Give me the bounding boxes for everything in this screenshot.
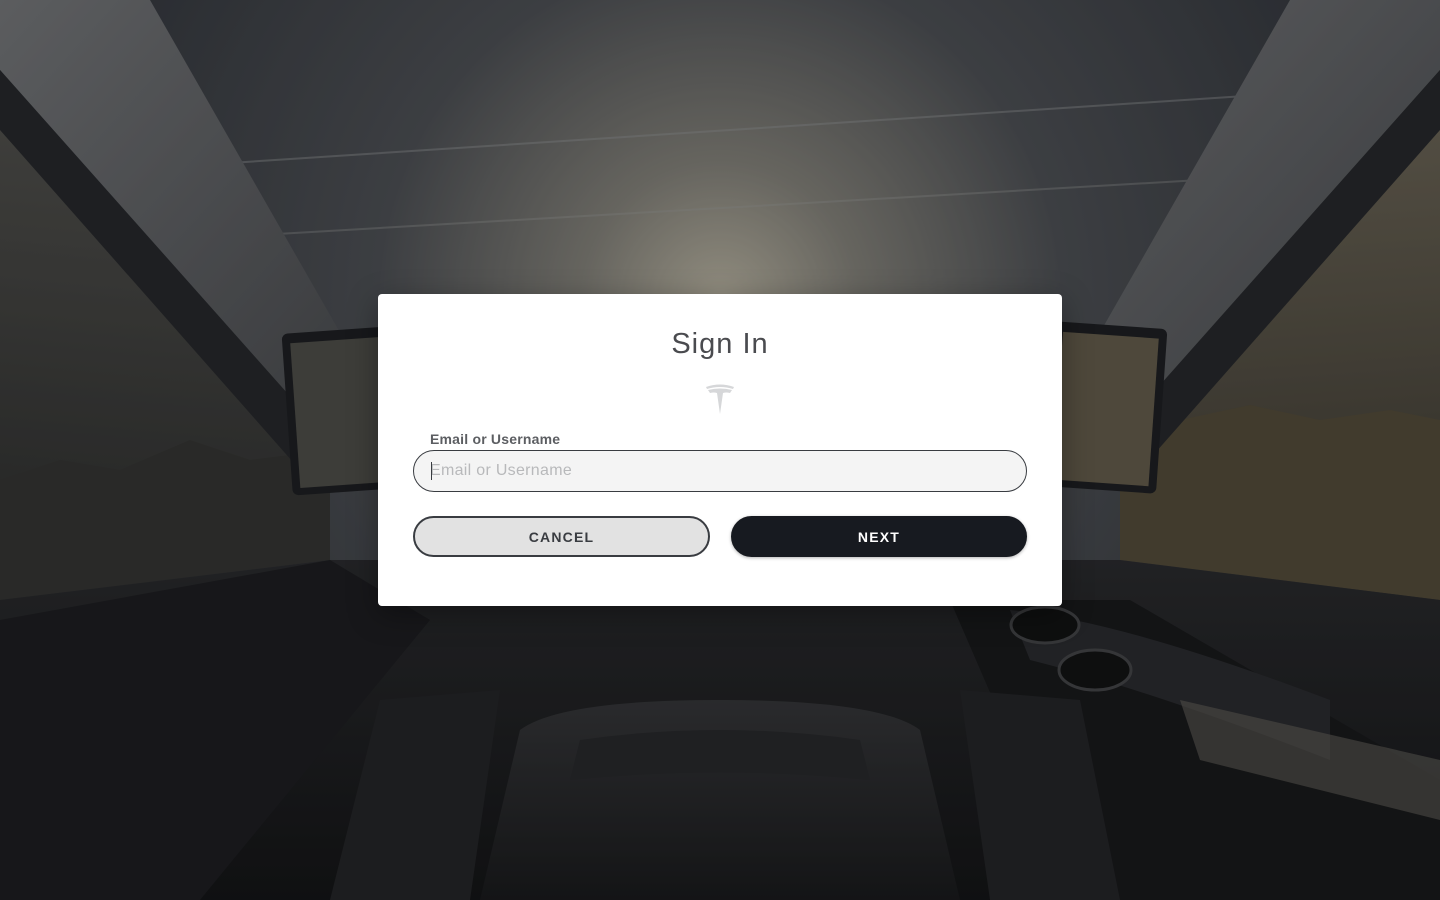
email-username-label: Email or Username — [430, 431, 561, 447]
dialog-title: Sign In — [671, 328, 769, 360]
email-username-input[interactable] — [413, 450, 1027, 492]
next-button[interactable]: NEXT — [731, 516, 1027, 557]
sign-in-dialog: Sign In Email or Username CANCEL NEXT — [378, 294, 1062, 606]
text-caret — [431, 462, 432, 480]
tesla-logo-icon — [703, 382, 737, 416]
cancel-button[interactable]: CANCEL — [413, 516, 710, 557]
